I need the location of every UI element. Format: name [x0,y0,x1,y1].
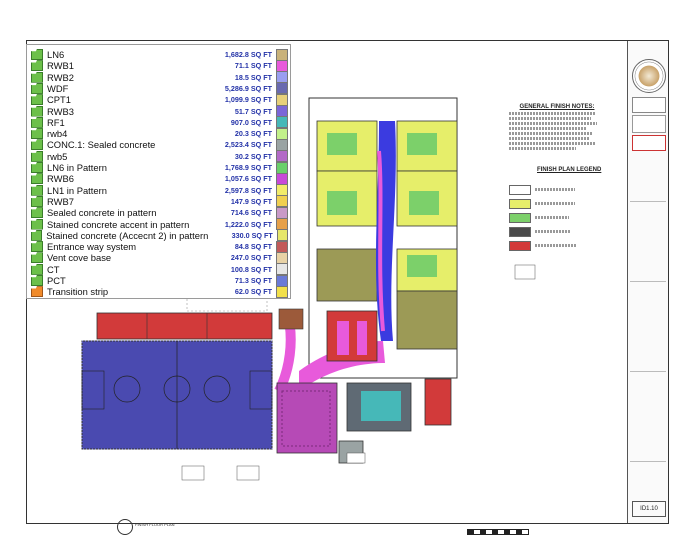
finish-swatch [509,241,531,251]
floor-plan-label: FINISH FLOOR PLAN [135,522,175,527]
legend-color-swatch [276,285,288,298]
legend-area-value: 5,286.9 SQ FT [224,83,272,93]
legend-area-value: 18.5 SQ FT [234,72,272,82]
finish-swatch-label [535,230,571,233]
divider [630,281,666,282]
legend-area-value: 147.9 SQ FT [230,196,272,206]
sheet-number: ID1.10 [632,501,666,517]
divider [630,201,666,202]
finish-swatch-label [535,202,575,205]
note-line [509,137,590,140]
area-type-icon [31,286,43,298]
finish-swatch-label [535,216,569,219]
area-legend-panel: LN6 1,682.8 SQ FT RWB1 71.1 SQ FT RWB2 18.5 S… [26,44,291,299]
divider [630,371,666,372]
legend-area-value: 247.0 SQ FT [230,253,272,263]
seal-icon [632,59,666,93]
finish-swatch [509,213,531,223]
legend-area-value: 2,597.8 SQ FT [224,185,272,195]
legend-name: Transition strip [47,286,109,298]
legend-area-value: 51.7 SQ FT [234,106,272,116]
legend-area-value: 330.0 SQ FT [231,230,273,240]
legend-area-value: 84.8 SQ FT [234,242,272,252]
legend-area-value: 71.3 SQ FT [234,276,272,285]
finish-swatch-label [535,244,577,247]
legend-area-value: 71.1 SQ FT [234,61,272,71]
legend-area-value: 907.0 SQ FT [230,117,272,127]
note-line [509,117,591,120]
legend-area-value: 1,099.9 SQ FT [224,95,272,105]
logo-icon [632,115,666,133]
logo-icon [632,97,666,113]
divider [630,461,666,462]
legend-area-value: 2,523.4 SQ FT [224,140,272,150]
finish-swatch [509,199,531,209]
legend-area-value: 1,222.0 SQ FT [224,219,272,229]
finish-swatch-label [535,188,575,191]
finish-swatch [509,227,531,237]
finish-swatch [509,185,531,195]
note-line [509,142,596,145]
legend-area-value: 714.6 SQ FT [230,208,272,218]
floor-plan-badge [117,519,133,535]
finish-plan-legend-title: FINISH PLAN LEGEND [537,167,602,173]
legend-area-value: 1,057.6 SQ FT [224,174,272,184]
notes-title: GENERAL FINISH NOTES: [519,104,595,110]
legend-area-value: 62.0 SQ FT [234,287,272,297]
note-line [509,132,594,135]
logo-icon [632,135,666,151]
title-block: ID1.10 [627,41,668,523]
legend-area-value: 30.2 SQ FT [234,151,272,161]
note-line [509,127,586,130]
note-line [509,122,598,125]
legend-area-value: 20.3 SQ FT [234,129,272,139]
legend-area-value: 1,768.9 SQ FT [224,163,272,172]
legend-area-value: 1,682.8 SQ FT [224,50,272,59]
note-line [509,147,577,150]
legend-row: Transition strip 62.0 SQ FT [31,285,288,298]
legend-area-value: 100.8 SQ FT [230,264,272,274]
scale-bar [467,529,529,535]
general-finish-notes: GENERAL FINISH NOTES: [509,104,605,150]
note-line [509,112,596,115]
